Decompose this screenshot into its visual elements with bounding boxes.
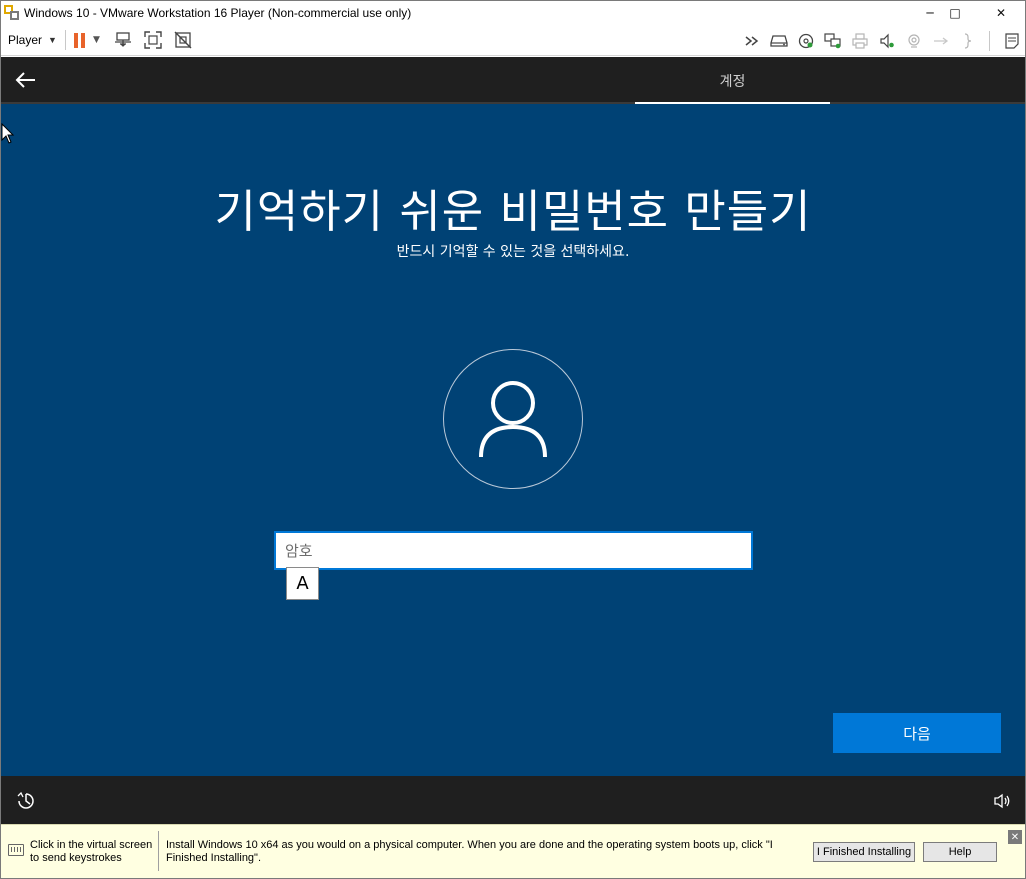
volume-icon[interactable] <box>991 790 1013 812</box>
cd-dvd-icon[interactable] <box>792 29 819 53</box>
player-menu-button[interactable]: Player ▼ <box>8 33 57 47</box>
floppy-icon[interactable] <box>954 29 981 53</box>
vmware-logo-icon <box>4 5 20 21</box>
page-subtitle: 반드시 기억할 수 있는 것을 선택하세요. <box>396 244 630 260</box>
window-title: Windows 10 - VMware Workstation 16 Playe… <box>24 6 412 20</box>
fullscreen-icon[interactable] <box>138 28 168 52</box>
camera-icon[interactable] <box>900 29 927 53</box>
oobe-footer <box>1 776 1025 824</box>
page-title: 기억하기 쉬운 비밀번호 만들기 <box>214 185 812 238</box>
pause-icon[interactable] <box>73 32 85 48</box>
network-adapter-icon[interactable] <box>819 29 846 53</box>
user-avatar-icon <box>443 349 583 489</box>
close-button[interactable]: ✕ <box>978 1 1024 25</box>
next-button[interactable]: 다음 <box>833 713 1001 753</box>
title-bar: Windows 10 - VMware Workstation 16 Playe… <box>1 1 1025 25</box>
keystroke-hint-text: Click in the virtual screen to send keys… <box>30 839 153 864</box>
device-icons <box>738 25 1025 56</box>
player-toolbar: Player ▼ ▼ <box>1 25 1025 56</box>
finished-installing-button[interactable]: I Finished Installing <box>813 842 915 862</box>
virtual-machine-screen[interactable]: 계정 기억하기 쉬운 비밀번호 만들기 반드시 기억할 수 있는 것을 선택하세… <box>1 57 1025 824</box>
ime-mode-indicator: A <box>286 567 319 600</box>
password-input[interactable] <box>274 531 753 570</box>
oobe-header: 계정 <box>1 57 1025 104</box>
toolbar-divider <box>989 30 990 51</box>
message-log-icon[interactable] <box>998 29 1025 53</box>
keyboard-icon <box>8 844 24 856</box>
unity-icon[interactable] <box>168 28 198 52</box>
install-hint-bar: Click in the virtual screen to send keys… <box>1 824 1025 878</box>
install-instructions-text: Install Windows 10 x64 as you would on a… <box>166 839 773 864</box>
usb-icon[interactable] <box>927 29 954 53</box>
fast-forward-icon[interactable] <box>738 29 765 53</box>
power-options-dropdown-icon[interactable]: ▼ <box>93 35 100 45</box>
hard-disk-icon[interactable] <box>765 29 792 53</box>
maximize-button[interactable]: □ <box>932 1 978 25</box>
printer-icon[interactable] <box>846 29 873 53</box>
close-hint-icon[interactable]: ✕ <box>1008 830 1022 844</box>
back-arrow-icon[interactable] <box>11 65 41 95</box>
vmware-player-window: Windows 10 - VMware Workstation 16 Playe… <box>0 0 1026 879</box>
send-ctrl-alt-del-icon[interactable] <box>108 28 138 52</box>
sound-card-icon[interactable] <box>873 29 900 53</box>
player-menu-label: Player <box>8 33 43 47</box>
mouse-cursor-icon <box>1 122 15 145</box>
hint-divider <box>158 831 159 871</box>
toolbar-divider <box>64 30 66 50</box>
tab-account: 계정 <box>719 73 746 90</box>
help-button[interactable]: Help <box>923 842 997 862</box>
ease-of-access-icon[interactable] <box>15 790 37 812</box>
chevron-down-icon: ▼ <box>48 35 57 45</box>
tab-account-underline <box>635 102 830 104</box>
